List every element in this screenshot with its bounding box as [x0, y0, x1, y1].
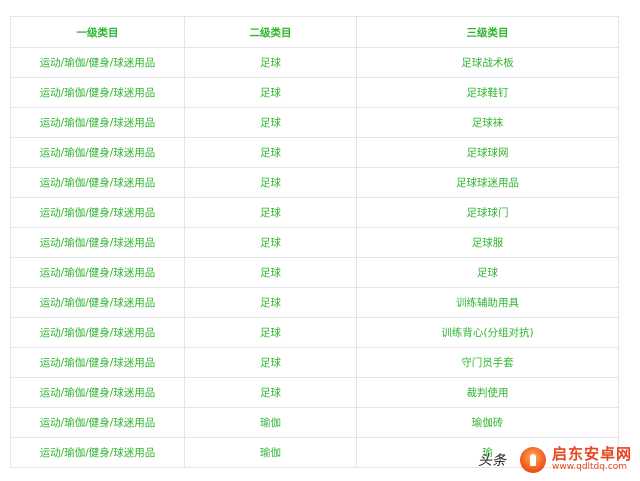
cell-level3: 足球	[356, 257, 619, 288]
category-table: 一级类目 二级类目 三级类目 运动/瑜伽/健身/球迷用品 足球 足球战术板 运动…	[10, 16, 619, 468]
cell-level2: 足球	[184, 47, 357, 78]
cell-level3: 裁判使用	[356, 377, 619, 408]
cell-level1: 运动/瑜伽/健身/球迷用品	[10, 347, 185, 378]
cell-level3: 足球袜	[356, 107, 619, 138]
cell-level1: 运动/瑜伽/健身/球迷用品	[10, 107, 185, 138]
table-row: 运动/瑜伽/健身/球迷用品 瑜伽 瑜伽砖	[10, 407, 619, 438]
table-row: 运动/瑜伽/健身/球迷用品 足球 训练辅助用具	[10, 287, 619, 318]
watermark-site: 启东安卓网 www.qdltdq.com	[552, 447, 632, 472]
cell-level2: 足球	[184, 197, 357, 228]
table-row: 运动/瑜伽/健身/球迷用品 足球 训练背心(分组对抗)	[10, 317, 619, 348]
table-row: 运动/瑜伽/健身/球迷用品 足球 足球鞋钉	[10, 77, 619, 108]
table-row: 运动/瑜伽/健身/球迷用品 足球 足球	[10, 257, 619, 288]
table-row: 运动/瑜伽/健身/球迷用品 足球 足球球迷用品	[10, 167, 619, 198]
cell-level2: 足球	[184, 227, 357, 258]
table-header-row: 一级类目 二级类目 三级类目	[10, 16, 619, 48]
table-row: 运动/瑜伽/健身/球迷用品 足球 足球球网	[10, 137, 619, 168]
cell-level2: 瑜伽	[184, 437, 357, 468]
cell-level3: 训练背心(分组对抗)	[356, 317, 619, 348]
header-level1: 一级类目	[10, 16, 185, 48]
cell-level3: 足球鞋钉	[356, 77, 619, 108]
cell-level1: 运动/瑜伽/健身/球迷用品	[10, 377, 185, 408]
header-level2: 二级类目	[184, 16, 357, 48]
watermark: 头条 启东安卓网 www.qdltdq.com	[478, 445, 632, 475]
page: 一级类目 二级类目 三级类目 运动/瑜伽/健身/球迷用品 足球 足球战术板 运动…	[0, 0, 640, 481]
cell-level1: 运动/瑜伽/健身/球迷用品	[10, 197, 185, 228]
cell-level3: 足球战术板	[356, 47, 619, 78]
watermark-site-name: 启东安卓网	[551, 445, 632, 464]
cell-level1: 运动/瑜伽/健身/球迷用品	[10, 257, 185, 288]
cell-level2: 足球	[184, 317, 357, 348]
cell-level2: 足球	[184, 167, 357, 198]
table-row: 运动/瑜伽/健身/球迷用品 足球 裁判使用	[10, 377, 619, 408]
cell-level3: 足球服	[356, 227, 619, 258]
header-level3: 三级类目	[356, 16, 619, 48]
cell-level1: 运动/瑜伽/健身/球迷用品	[10, 227, 185, 258]
table-row: 运动/瑜伽/健身/球迷用品 足球 守门员手套	[10, 347, 619, 378]
table-row: 运动/瑜伽/健身/球迷用品 足球 足球袜	[10, 107, 619, 138]
cell-level2: 足球	[184, 257, 357, 288]
cell-level2: 瑜伽	[184, 407, 357, 438]
cell-level3: 足球球门	[356, 197, 619, 228]
flame-logo-icon	[519, 447, 546, 473]
table-row: 运动/瑜伽/健身/球迷用品 足球 足球球门	[10, 197, 619, 228]
cell-level3: 足球球网	[356, 137, 619, 168]
cell-level2: 足球	[184, 347, 357, 378]
cell-level2: 足球	[184, 377, 357, 408]
watermark-toutiao: 头条	[477, 453, 506, 469]
cell-level1: 运动/瑜伽/健身/球迷用品	[10, 137, 185, 168]
cell-level3: 足球球迷用品	[356, 167, 619, 198]
cell-level1: 运动/瑜伽/健身/球迷用品	[10, 437, 185, 468]
cell-level2: 足球	[184, 77, 357, 108]
cell-level2: 足球	[184, 137, 357, 168]
cell-level2: 足球	[184, 287, 357, 318]
table-row: 运动/瑜伽/健身/球迷用品 足球 足球战术板	[10, 47, 619, 78]
cell-level1: 运动/瑜伽/健身/球迷用品	[10, 317, 185, 348]
cell-level1: 运动/瑜伽/健身/球迷用品	[10, 47, 185, 78]
cell-level3: 瑜伽砖	[356, 407, 619, 438]
cell-level1: 运动/瑜伽/健身/球迷用品	[10, 407, 185, 438]
watermark-site-url: www.qdltdq.com	[551, 462, 628, 473]
cell-level1: 运动/瑜伽/健身/球迷用品	[10, 287, 185, 318]
cell-level3: 训练辅助用具	[356, 287, 619, 318]
cell-level3: 守门员手套	[356, 347, 619, 378]
cell-level1: 运动/瑜伽/健身/球迷用品	[10, 167, 185, 198]
cell-level1: 运动/瑜伽/健身/球迷用品	[10, 77, 185, 108]
cell-level2: 足球	[184, 107, 357, 138]
table-row: 运动/瑜伽/健身/球迷用品 足球 足球服	[10, 227, 619, 258]
